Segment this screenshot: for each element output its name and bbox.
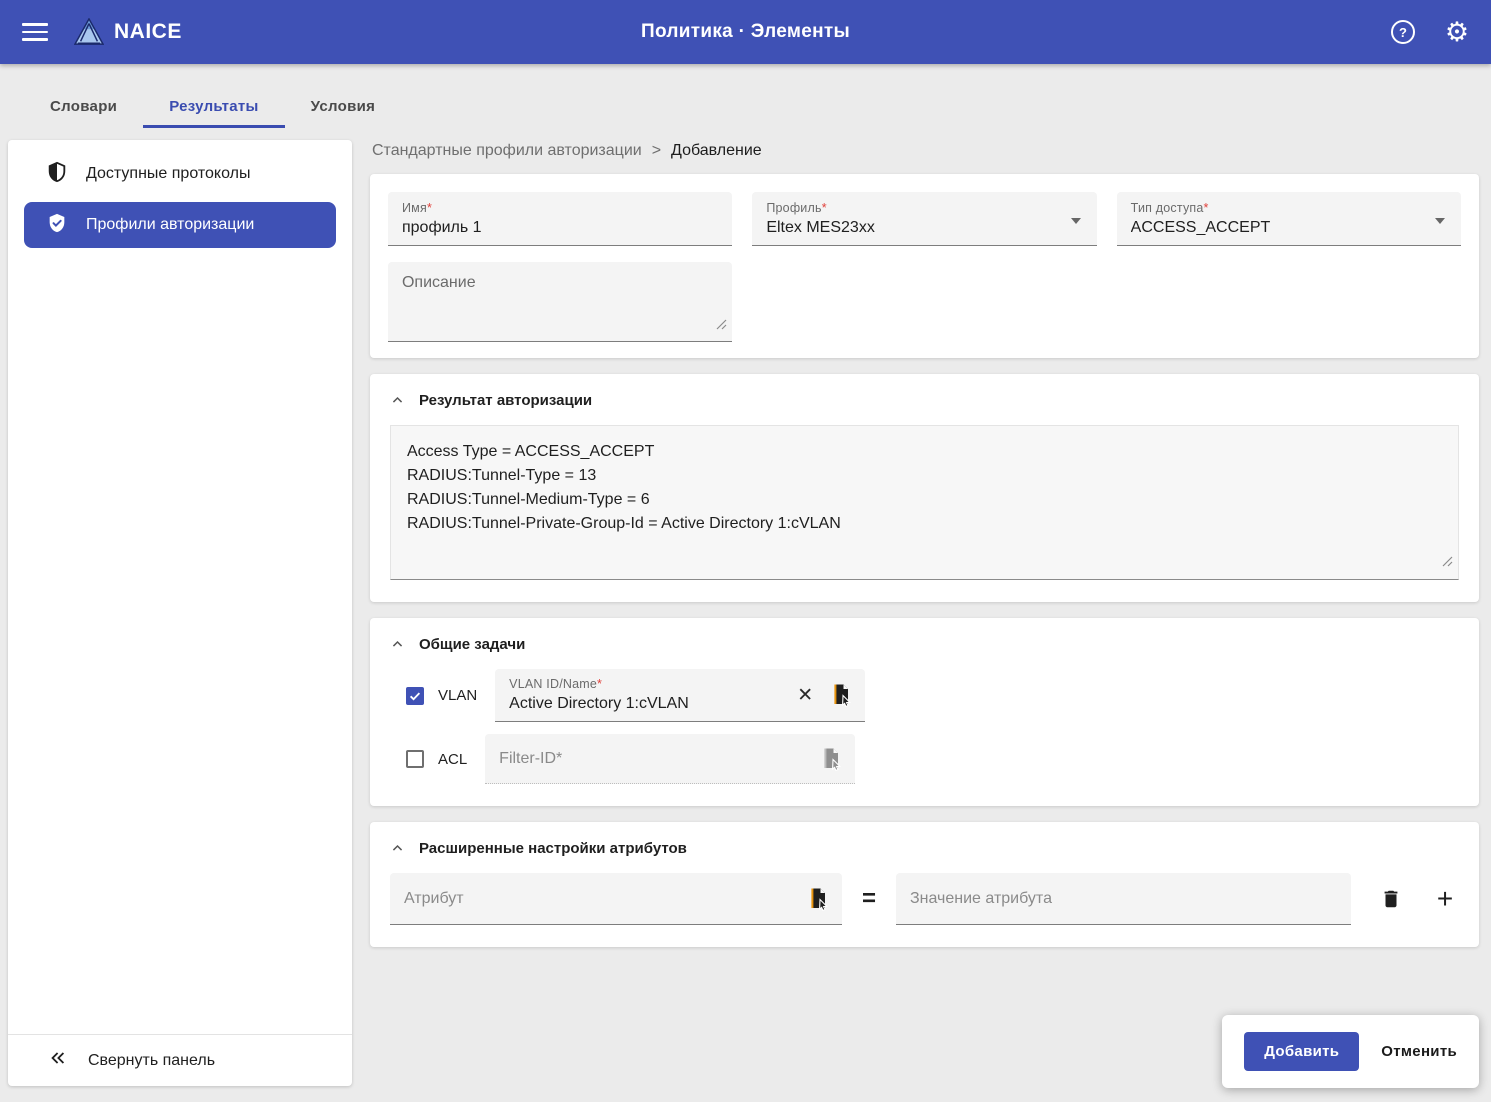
sidebar: Доступные протоколы Профили авторизации … — [8, 140, 352, 1086]
filter-id-field[interactable]: Filter-ID* — [485, 734, 856, 784]
open-dictionary-icon[interactable] — [829, 683, 853, 707]
attribute-field[interactable]: Атрибут — [389, 873, 842, 925]
authorization-result-title: Результат авторизации — [418, 392, 593, 409]
breadcrumb: Стандартные профили авторизации > Добавл… — [372, 142, 1479, 160]
common-tasks-card: Общие задачи VLAN VLAN ID/Name* Active D… — [369, 618, 1479, 806]
attribute-placeholder: Атрибут — [403, 889, 464, 907]
acl-checkbox[interactable] — [405, 750, 424, 768]
open-dictionary-icon[interactable] — [806, 887, 830, 911]
sidebar-item-label: Профили авторизации — [86, 216, 255, 233]
open-dictionary-icon-disabled — [819, 747, 843, 771]
collapse-panel-label: Свернуть панель — [88, 1051, 216, 1069]
filter-id-placeholder: Filter-ID* — [499, 749, 563, 767]
advanced-attributes-title: Расширенные настройки атрибутов — [418, 840, 687, 857]
collapse-chevron-up-icon[interactable] — [390, 841, 405, 856]
authorization-result-card: Результат авторизации — [369, 374, 1479, 602]
double-chevron-left-icon — [48, 1048, 68, 1073]
page-title: Политика · Элементы — [641, 21, 850, 42]
profile-select-label: Профиль — [766, 201, 822, 215]
authorization-result-textarea[interactable] — [389, 425, 1459, 580]
svg-text:?: ? — [1399, 25, 1407, 40]
delete-row-icon[interactable] — [1377, 885, 1405, 913]
cancel-button[interactable]: Отменить — [1381, 1043, 1457, 1060]
profile-select-value: Eltex MES23xx — [766, 219, 875, 236]
app-logo: NAICE — [74, 18, 182, 46]
help-icon[interactable]: ? — [1389, 18, 1417, 46]
sidebar-item-authorization-profiles[interactable]: Профили авторизации — [24, 202, 336, 248]
vlan-task-row: VLAN VLAN ID/Name* Active Directory 1:cV… — [405, 669, 1459, 722]
access-type-select-value: ACCESS_ACCEPT — [1130, 219, 1271, 236]
advanced-attributes-card: Расширенные настройки атрибутов Атрибут … — [369, 822, 1479, 947]
collapse-chevron-up-icon[interactable] — [390, 637, 405, 652]
main-content: Стандартные профили авторизации > Добавл… — [369, 140, 1479, 963]
attribute-value-field[interactable]: Значение атрибута — [896, 873, 1351, 925]
acl-task-row: ACL Filter-ID* — [405, 734, 1459, 784]
form-actions-card: Добавить Отменить — [1222, 1015, 1479, 1088]
submit-button[interactable]: Добавить — [1244, 1032, 1360, 1071]
name-field-value: профиль 1 — [401, 219, 482, 236]
vlan-id-field-label: VLAN ID/Name — [509, 677, 598, 691]
name-field[interactable]: Имя* профиль 1 — [387, 192, 733, 246]
resize-handle-icon[interactable] — [716, 317, 727, 335]
settings-gear-icon[interactable]: ⚙ — [1443, 18, 1471, 46]
shield-half-icon — [46, 161, 68, 188]
breadcrumb-parent[interactable]: Стандартные профили авторизации — [372, 142, 642, 160]
vlan-id-field[interactable]: VLAN ID/Name* Active Directory 1:cVLAN ✕ — [495, 669, 866, 722]
description-textarea[interactable]: Описание — [387, 262, 733, 342]
required-mark: * — [1203, 201, 1209, 215]
required-mark: * — [821, 201, 827, 215]
tab-dictionaries[interactable]: Словари — [24, 88, 143, 128]
sidebar-item-label: Доступные протоколы — [86, 165, 251, 182]
access-type-select-label: Тип доступа — [1130, 201, 1204, 215]
logo-triangle-icon — [74, 18, 104, 46]
tab-results[interactable]: Результаты — [143, 88, 285, 128]
required-mark: * — [597, 677, 603, 691]
vlan-id-field-value: Active Directory 1:cVLAN — [509, 695, 689, 712]
profile-form-card: Имя* профиль 1 Профиль* Eltex MES23xx Ти… — [369, 174, 1479, 358]
access-type-select[interactable]: Тип доступа* ACCESS_ACCEPT — [1116, 192, 1462, 246]
description-placeholder: Описание — [401, 274, 476, 291]
app-bar: NAICE Политика · Элементы ? ⚙ — [0, 0, 1491, 64]
clear-icon[interactable]: ✕ — [789, 684, 821, 707]
breadcrumb-current: Добавление — [671, 142, 762, 159]
vlan-checkbox-label: VLAN — [437, 687, 478, 704]
attribute-value-placeholder: Значение атрибута — [910, 889, 1052, 907]
required-mark: * — [426, 201, 433, 215]
app-name: NAICE — [114, 20, 182, 43]
attribute-row: Атрибут = Значение атрибута + — [389, 873, 1459, 925]
tab-bar: Словари Результаты Условия — [0, 64, 1491, 128]
chevron-down-icon — [1435, 218, 1446, 224]
add-row-icon[interactable]: + — [1431, 885, 1459, 913]
tab-conditions[interactable]: Условия — [285, 88, 402, 128]
collapse-panel-button[interactable]: Свернуть панель — [8, 1034, 352, 1086]
name-field-label: Имя — [401, 201, 427, 215]
chevron-down-icon — [1070, 218, 1081, 224]
acl-checkbox-label: ACL — [437, 750, 468, 768]
vlan-checkbox[interactable] — [405, 686, 424, 705]
equals-sign: = — [861, 885, 876, 912]
collapse-chevron-up-icon[interactable] — [390, 393, 405, 408]
sidebar-item-available-protocols[interactable]: Доступные протоколы — [8, 150, 352, 198]
breadcrumb-separator: > — [651, 142, 662, 159]
profile-select[interactable]: Профиль* Eltex MES23xx — [752, 192, 1097, 246]
menu-icon[interactable] — [22, 19, 48, 45]
resize-handle-icon[interactable] — [1442, 554, 1453, 572]
shield-check-icon — [46, 212, 68, 239]
common-tasks-title: Общие задачи — [418, 636, 526, 653]
